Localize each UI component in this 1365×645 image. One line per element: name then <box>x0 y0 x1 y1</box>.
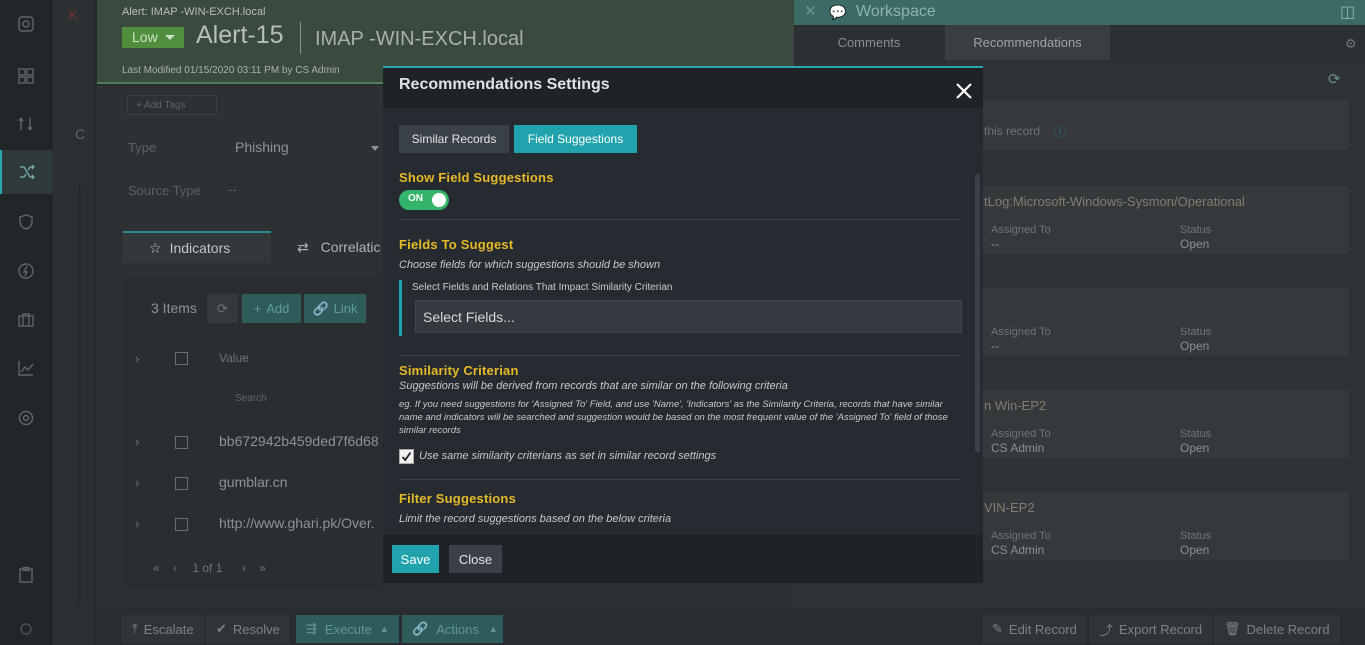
close-button[interactable]: Close <box>449 545 502 573</box>
section-divider <box>399 219 960 220</box>
dialog-header: Recommendations Settings <box>383 68 983 108</box>
select-fields-input[interactable]: Select Fields... <box>415 300 962 333</box>
app-root: ✕ Alert: IMAP -WIN-EXCH.local Low Alert-… <box>0 0 1365 645</box>
fields-to-suggest-description: Choose fields for which suggestions shou… <box>399 259 661 271</box>
toggle-label: ON <box>408 193 423 204</box>
recommendations-settings-dialog: Recommendations Settings Similar Records… <box>383 66 983 583</box>
section-divider <box>399 355 960 356</box>
filter-suggestions-title: Filter Suggestions <box>399 491 517 506</box>
close-icon[interactable] <box>953 80 975 102</box>
checkmark-icon <box>401 451 412 462</box>
dialog-scrollbar[interactable] <box>975 174 980 452</box>
show-field-suggestions-title: Show Field Suggestions <box>399 170 554 185</box>
dialog-footer: Save Close <box>383 535 983 583</box>
select-fields-placeholder: Select Fields... <box>423 309 515 325</box>
dialog-content: Show Field Suggestions ON Fields To Sugg… <box>383 168 983 535</box>
same-criteria-checkbox[interactable] <box>399 449 414 464</box>
show-suggestions-toggle[interactable]: ON <box>399 190 449 210</box>
dialog-tabs: Similar Records Field Suggestions <box>383 108 983 168</box>
similarity-example: eg. If you need suggestions for 'Assigne… <box>399 399 948 436</box>
filter-suggestions-description: Limit the record suggestions based on th… <box>399 513 672 525</box>
similarity-criterian-title: Similarity Criterian <box>399 363 519 378</box>
tab-field-suggestions[interactable]: Field Suggestions <box>514 125 637 153</box>
tab-similar-records[interactable]: Similar Records <box>399 125 509 153</box>
same-criteria-label[interactable]: Use same similarity criterians as set in… <box>419 450 716 462</box>
section-divider <box>399 479 960 480</box>
toggle-knob <box>432 193 446 207</box>
save-button[interactable]: Save <box>392 545 439 573</box>
fields-select-label: Select Fields and Relations That Impact … <box>412 282 673 293</box>
fields-to-suggest-title: Fields To Suggest <box>399 237 514 252</box>
fields-select-panel: Select Fields and Relations That Impact … <box>399 280 962 336</box>
dialog-title: Recommendations Settings <box>399 76 610 93</box>
similarity-description: Suggestions will be derived from records… <box>399 380 788 392</box>
